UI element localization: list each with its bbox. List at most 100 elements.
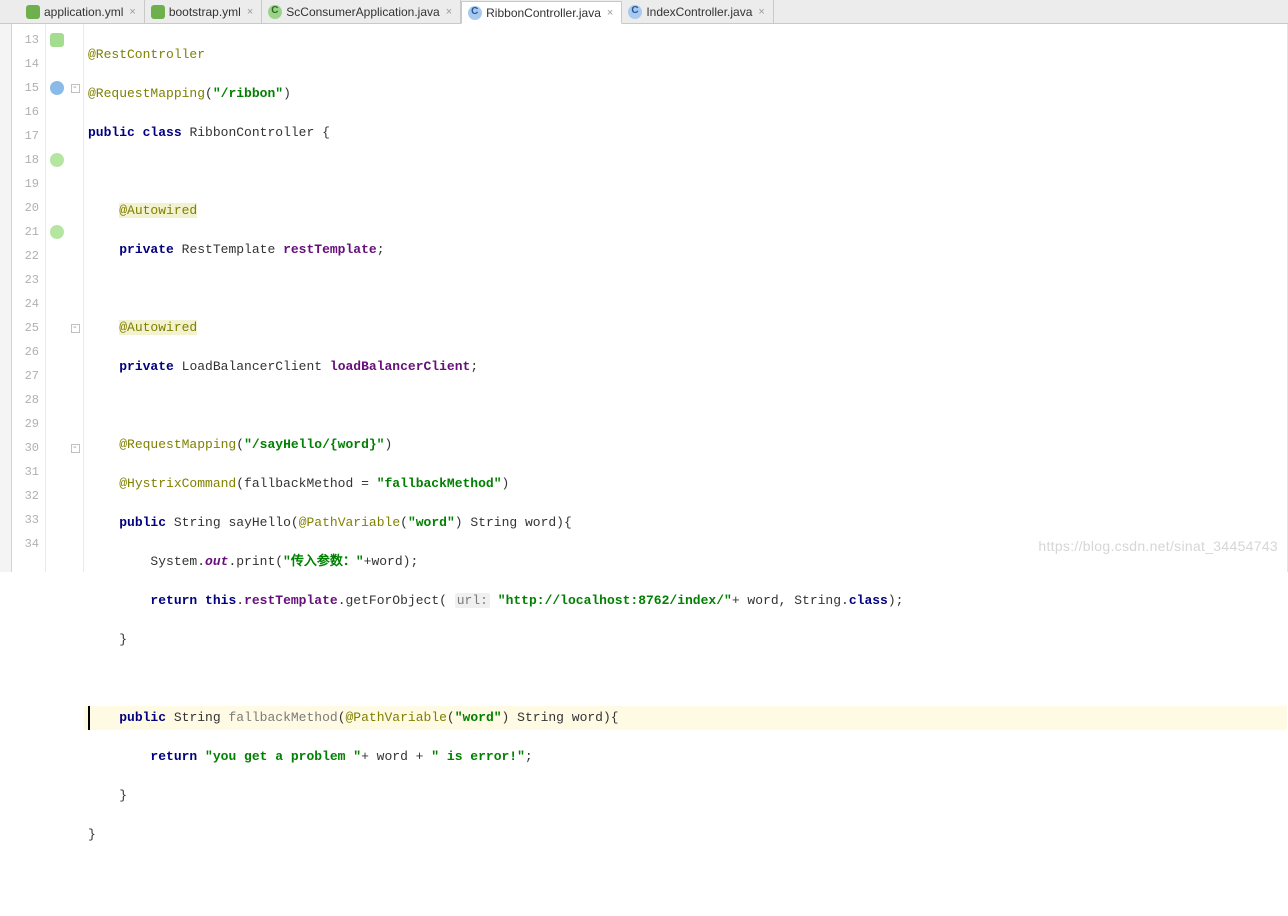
yml-file-icon bbox=[26, 5, 40, 19]
line-number: 27 bbox=[12, 364, 45, 388]
code-text: ; bbox=[525, 749, 533, 764]
annotation-autowired: @Autowired bbox=[119, 320, 197, 335]
string-literal: "http://localhost:8762/index/" bbox=[498, 593, 732, 608]
brace: } bbox=[119, 632, 127, 647]
line-number: 15 bbox=[12, 76, 45, 100]
code-text: (fallbackMethod = bbox=[236, 476, 376, 491]
param-decl: String word){ bbox=[463, 515, 572, 530]
tab-scconsumer-application[interactable]: ScConsumerApplication.java × bbox=[262, 0, 461, 23]
text-caret bbox=[88, 706, 90, 730]
class-name: RibbonController { bbox=[189, 125, 329, 140]
code-text: .getForObject( bbox=[338, 593, 455, 608]
tab-bootstrap-yml[interactable]: bootstrap.yml × bbox=[145, 0, 262, 23]
tab-label: IndexController.java bbox=[646, 5, 752, 19]
string-literal: "/sayHello/{word}" bbox=[244, 437, 384, 452]
code-text: ) bbox=[502, 476, 510, 491]
java-class-icon bbox=[268, 5, 282, 19]
brace: } bbox=[119, 788, 127, 803]
line-number: 33 bbox=[12, 508, 45, 532]
annotation-requestmapping: @RequestMapping bbox=[119, 437, 236, 452]
string-literal: "传入参数：" bbox=[283, 554, 364, 569]
string-literal: " is error!" bbox=[431, 749, 525, 764]
annotation-autowired: @Autowired bbox=[119, 203, 197, 218]
type-name: String bbox=[174, 515, 221, 530]
keyword-private: private bbox=[119, 242, 174, 257]
code-text: System. bbox=[150, 554, 205, 569]
line-number-gutter[interactable]: 1314151617181920212223242526272829303132… bbox=[12, 24, 46, 572]
keyword-class: class bbox=[143, 125, 182, 140]
keyword-this: this bbox=[205, 593, 236, 608]
line-number: 24 bbox=[12, 292, 45, 316]
keyword-private: private bbox=[119, 359, 174, 374]
tab-label: bootstrap.yml bbox=[169, 5, 241, 19]
close-icon[interactable]: × bbox=[446, 6, 452, 18]
java-class-icon bbox=[628, 5, 642, 19]
watermark-text: https://blog.csdn.net/sinat_34454743 bbox=[1038, 538, 1278, 554]
tab-label: ScConsumerApplication.java bbox=[286, 5, 439, 19]
close-icon[interactable]: × bbox=[129, 6, 135, 18]
tab-ribbon-controller[interactable]: RibbonController.java × bbox=[461, 1, 622, 24]
field-loadbalancerclient: loadBalancerClient bbox=[330, 359, 470, 374]
field-resttemplate: restTemplate bbox=[244, 593, 338, 608]
keyword-return: return bbox=[150, 749, 197, 764]
line-number: 23 bbox=[12, 268, 45, 292]
line-number: 32 bbox=[12, 484, 45, 508]
line-number: 19 bbox=[12, 172, 45, 196]
java-class-icon bbox=[468, 6, 482, 20]
tool-strip bbox=[0, 24, 12, 572]
brace: } bbox=[88, 827, 96, 842]
code-editor[interactable]: @RestController @RequestMapping("/ribbon… bbox=[84, 24, 1288, 572]
line-number: 13 bbox=[12, 28, 45, 52]
string-literal: "fallbackMethod" bbox=[377, 476, 502, 491]
method-name: fallbackMethod bbox=[228, 710, 337, 725]
yml-file-icon bbox=[151, 5, 165, 19]
gutter-icons bbox=[46, 24, 68, 572]
tab-index-controller[interactable]: IndexController.java × bbox=[622, 0, 774, 23]
code-text: +word); bbox=[364, 554, 419, 569]
code-text: + word + bbox=[361, 749, 431, 764]
type-name: String bbox=[174, 710, 221, 725]
code-text: + word, String. bbox=[732, 593, 849, 608]
spring-bean-icon bbox=[50, 33, 64, 47]
code-text: .print( bbox=[228, 554, 283, 569]
line-number: 16 bbox=[12, 100, 45, 124]
string-literal: "you get a problem " bbox=[205, 749, 361, 764]
line-number: 18 bbox=[12, 148, 45, 172]
type-name: RestTemplate bbox=[182, 242, 276, 257]
string-literal: "/ribbon" bbox=[213, 86, 283, 101]
code-text: ); bbox=[888, 593, 904, 608]
keyword-return: return bbox=[150, 593, 197, 608]
close-icon[interactable]: × bbox=[758, 6, 764, 18]
fold-toggle-icon[interactable] bbox=[71, 84, 80, 93]
line-number: 34 bbox=[12, 532, 45, 556]
line-number: 21 bbox=[12, 220, 45, 244]
line-number: 20 bbox=[12, 196, 45, 220]
fold-gutter[interactable] bbox=[68, 24, 84, 572]
line-number: 22 bbox=[12, 244, 45, 268]
editor-tab-bar: application.yml × bootstrap.yml × ScCons… bbox=[0, 0, 1288, 24]
line-number: 28 bbox=[12, 388, 45, 412]
string-literal: "word" bbox=[408, 515, 455, 530]
line-number: 14 bbox=[12, 52, 45, 76]
method-name: sayHello bbox=[228, 515, 290, 530]
keyword-class: class bbox=[849, 593, 888, 608]
class-nav-icon bbox=[50, 81, 64, 95]
annotation-pathvariable: @PathVariable bbox=[299, 515, 400, 530]
line-number: 25 bbox=[12, 316, 45, 340]
autowired-nav-icon bbox=[50, 225, 64, 239]
keyword-public: public bbox=[119, 710, 166, 725]
line-number: 26 bbox=[12, 340, 45, 364]
param-decl: String word){ bbox=[509, 710, 618, 725]
tab-application-yml[interactable]: application.yml × bbox=[20, 0, 145, 23]
line-number: 29 bbox=[12, 412, 45, 436]
line-number: 31 bbox=[12, 460, 45, 484]
close-icon[interactable]: × bbox=[607, 7, 613, 19]
type-name: LoadBalancerClient bbox=[182, 359, 322, 374]
fold-toggle-icon[interactable] bbox=[71, 324, 80, 333]
fold-toggle-icon[interactable] bbox=[71, 444, 80, 453]
close-icon[interactable]: × bbox=[247, 6, 253, 18]
annotation-pathvariable: @PathVariable bbox=[346, 710, 447, 725]
keyword-public: public bbox=[88, 125, 135, 140]
annotation-requestmapping: @RequestMapping bbox=[88, 86, 205, 101]
tab-label: RibbonController.java bbox=[486, 6, 601, 20]
